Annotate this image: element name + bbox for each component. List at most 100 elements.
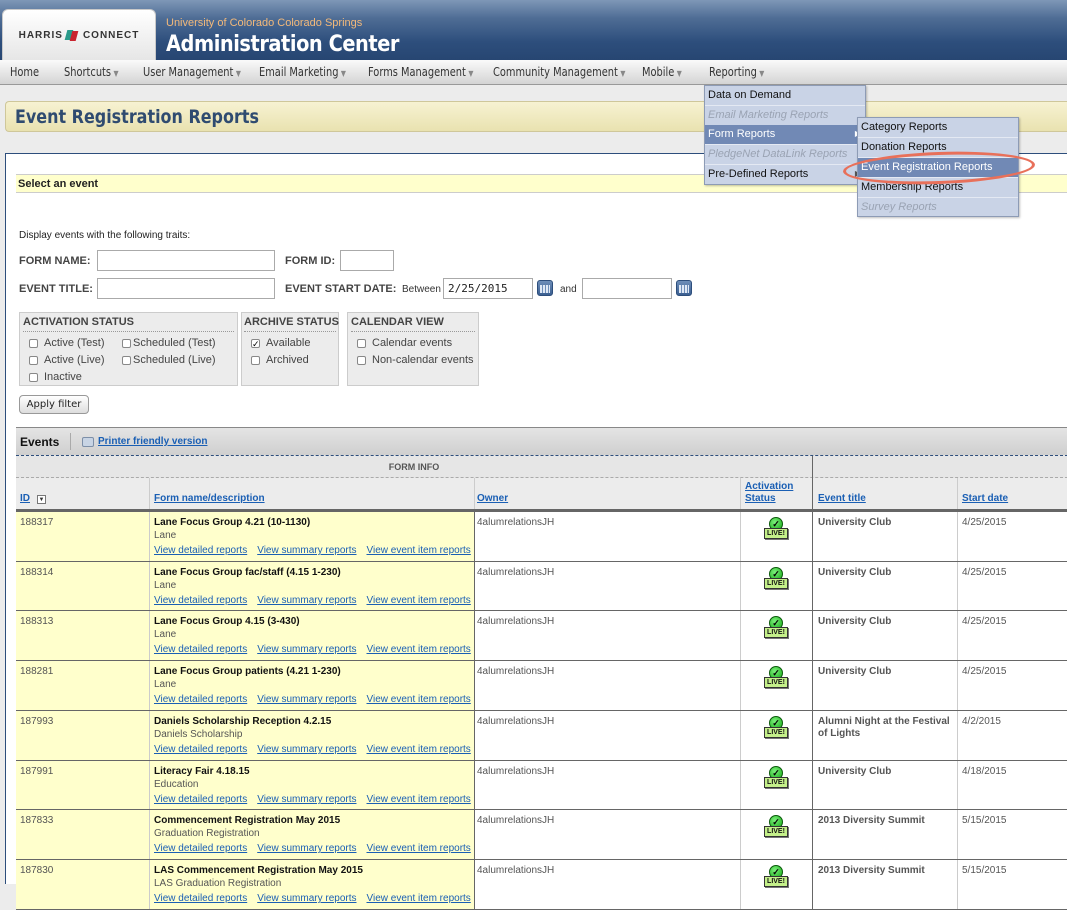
- view-event-item-reports-link[interactable]: View event item reports: [367, 893, 471, 904]
- checkbox-non-calendar-events[interactable]: Non-calendar events: [357, 354, 474, 366]
- traits-label: Display events with the following traits…: [19, 230, 191, 241]
- checkbox-available[interactable]: ✓ Available: [251, 337, 310, 349]
- printer-icon[interactable]: [82, 437, 94, 447]
- view-summary-reports-link[interactable]: View summary reports: [257, 545, 356, 556]
- live-status-icon: ✓ LIVE!: [764, 716, 788, 742]
- checkbox-icon[interactable]: [29, 355, 38, 365]
- event-id: 188313: [20, 616, 54, 627]
- view-detailed-reports-link[interactable]: View detailed reports: [154, 843, 247, 854]
- view-summary-reports-link[interactable]: View summary reports: [257, 794, 356, 805]
- divider: [957, 810, 958, 859]
- menu-item-form-reports[interactable]: Form Reports▶: [705, 125, 865, 145]
- menu-item-email-marketing-reports: Email Marketing Reports: [705, 106, 865, 126]
- view-event-item-reports-link[interactable]: View event item reports: [367, 744, 471, 755]
- owner: 4alumrelationsJH: [477, 815, 555, 826]
- view-summary-reports-link[interactable]: View summary reports: [257, 644, 356, 655]
- column-header-form[interactable]: Form name/description: [154, 493, 265, 505]
- checkbox-active-live[interactable]: Active (Live): [29, 354, 105, 366]
- checkbox-active-test[interactable]: Active (Test): [29, 337, 105, 349]
- owner: 4alumrelationsJH: [477, 666, 555, 677]
- view-event-item-reports-link[interactable]: View event item reports: [367, 694, 471, 705]
- calendar-icon[interactable]: [676, 280, 692, 296]
- event-title-input[interactable]: [97, 278, 275, 299]
- nav-email-marketing[interactable]: Email Marketing ▼: [259, 65, 346, 79]
- menu-item-category-reports[interactable]: Category Reports: [858, 118, 1018, 138]
- view-detailed-reports-link[interactable]: View detailed reports: [154, 794, 247, 805]
- checkbox-scheduled-test[interactable]: Scheduled (Test): [122, 337, 216, 349]
- menu-item-data-on-demand[interactable]: Data on Demand: [705, 86, 865, 106]
- checkbox-icon[interactable]: [122, 338, 131, 348]
- checkbox-icon[interactable]: [251, 355, 260, 365]
- and-label: and: [560, 284, 577, 295]
- nav-label: Community Management: [493, 65, 618, 79]
- divider: [474, 661, 475, 710]
- checkbox-icon[interactable]: [357, 355, 366, 365]
- menu-item-membership-reports[interactable]: Membership Reports: [858, 178, 1018, 198]
- live-status-icon: ✓ LIVE!: [764, 815, 788, 841]
- nav-shortcuts[interactable]: Shortcuts ▼: [64, 65, 119, 79]
- view-summary-reports-link[interactable]: View summary reports: [257, 694, 356, 705]
- view-event-item-reports-link[interactable]: View event item reports: [367, 644, 471, 655]
- calendar-view-title: CALENDAR VIEW: [351, 316, 475, 332]
- form-id-input[interactable]: [340, 250, 394, 271]
- nav-home[interactable]: Home: [10, 65, 39, 79]
- column-header-owner[interactable]: Owner: [477, 493, 508, 505]
- view-summary-reports-link[interactable]: View summary reports: [257, 893, 356, 904]
- nav-forms-management[interactable]: Forms Management ▼: [368, 65, 473, 79]
- menu-label: Membership Reports: [861, 181, 964, 193]
- divider: [740, 860, 741, 909]
- checkbox-icon[interactable]: [29, 338, 38, 348]
- nav-mobile[interactable]: Mobile ▼: [642, 65, 682, 79]
- view-detailed-reports-link[interactable]: View detailed reports: [154, 644, 247, 655]
- checkbox-inactive[interactable]: Inactive: [29, 371, 82, 383]
- start-date-to-input[interactable]: [582, 278, 672, 299]
- checkbox-archived[interactable]: Archived: [251, 354, 309, 366]
- view-summary-reports-link[interactable]: View summary reports: [257, 744, 356, 755]
- divider: [740, 661, 741, 710]
- live-badge: LIVE!: [764, 528, 788, 539]
- view-event-item-reports-link[interactable]: View event item reports: [367, 794, 471, 805]
- start-date: 5/15/2015: [962, 865, 1007, 876]
- printer-friendly-link[interactable]: Printer friendly version: [98, 436, 207, 447]
- view-summary-reports-link[interactable]: View summary reports: [257, 843, 356, 854]
- menu-item-pre-defined-reports[interactable]: Pre-Defined Reports▶: [705, 165, 865, 185]
- harris-connect-logo[interactable]: HARRIS CONNECT: [2, 9, 156, 60]
- view-detailed-reports-link[interactable]: View detailed reports: [154, 694, 247, 705]
- sort-dropdown-icon[interactable]: ▼: [37, 495, 46, 504]
- start-date-from-input[interactable]: [443, 278, 533, 299]
- apply-filter-button[interactable]: Apply filter: [19, 395, 89, 414]
- live-status-icon: ✓ LIVE!: [764, 567, 788, 593]
- column-header-event-title[interactable]: Event title: [818, 493, 866, 505]
- menu-item-event-registration-reports[interactable]: Event Registration Reports: [858, 158, 1018, 178]
- divider: [957, 478, 958, 509]
- view-event-item-reports-link[interactable]: View event item reports: [367, 843, 471, 854]
- divider: [957, 711, 958, 760]
- view-summary-reports-link[interactable]: View summary reports: [257, 595, 356, 606]
- events-header: Events Printer friendly version: [16, 427, 1067, 456]
- live-badge: LIVE!: [764, 627, 788, 638]
- checkbox-icon[interactable]: [29, 372, 38, 382]
- view-detailed-reports-link[interactable]: View detailed reports: [154, 545, 247, 556]
- nav-user-management[interactable]: User Management ▼: [143, 65, 241, 79]
- view-event-item-reports-link[interactable]: View event item reports: [367, 545, 471, 556]
- nav-label: Shortcuts: [64, 65, 112, 79]
- checkbox-scheduled-live[interactable]: Scheduled (Live): [122, 354, 216, 366]
- checkbox-calendar-events[interactable]: Calendar events: [357, 337, 452, 349]
- view-detailed-reports-link[interactable]: View detailed reports: [154, 893, 247, 904]
- form-reports-submenu: Category Reports Donation Reports Event …: [857, 117, 1019, 217]
- form-name-input[interactable]: [97, 250, 275, 271]
- checkbox-icon[interactable]: [357, 338, 366, 348]
- nav-reporting[interactable]: Reporting ▼: [709, 65, 764, 79]
- menu-item-donation-reports[interactable]: Donation Reports: [858, 138, 1018, 158]
- column-header-activation-status[interactable]: Activation Status: [745, 481, 793, 505]
- column-header-start-date[interactable]: Start date: [962, 493, 1008, 505]
- checkbox-checked-icon[interactable]: ✓: [251, 338, 260, 348]
- view-event-item-reports-link[interactable]: View event item reports: [367, 595, 471, 606]
- nav-community-management[interactable]: Community Management ▼: [493, 65, 625, 79]
- checkbox-icon[interactable]: [122, 355, 131, 365]
- column-header-id[interactable]: ID: [20, 493, 30, 505]
- calendar-icon[interactable]: [537, 280, 553, 296]
- view-detailed-reports-link[interactable]: View detailed reports: [154, 595, 247, 606]
- view-detailed-reports-link[interactable]: View detailed reports: [154, 744, 247, 755]
- divider: [70, 433, 71, 450]
